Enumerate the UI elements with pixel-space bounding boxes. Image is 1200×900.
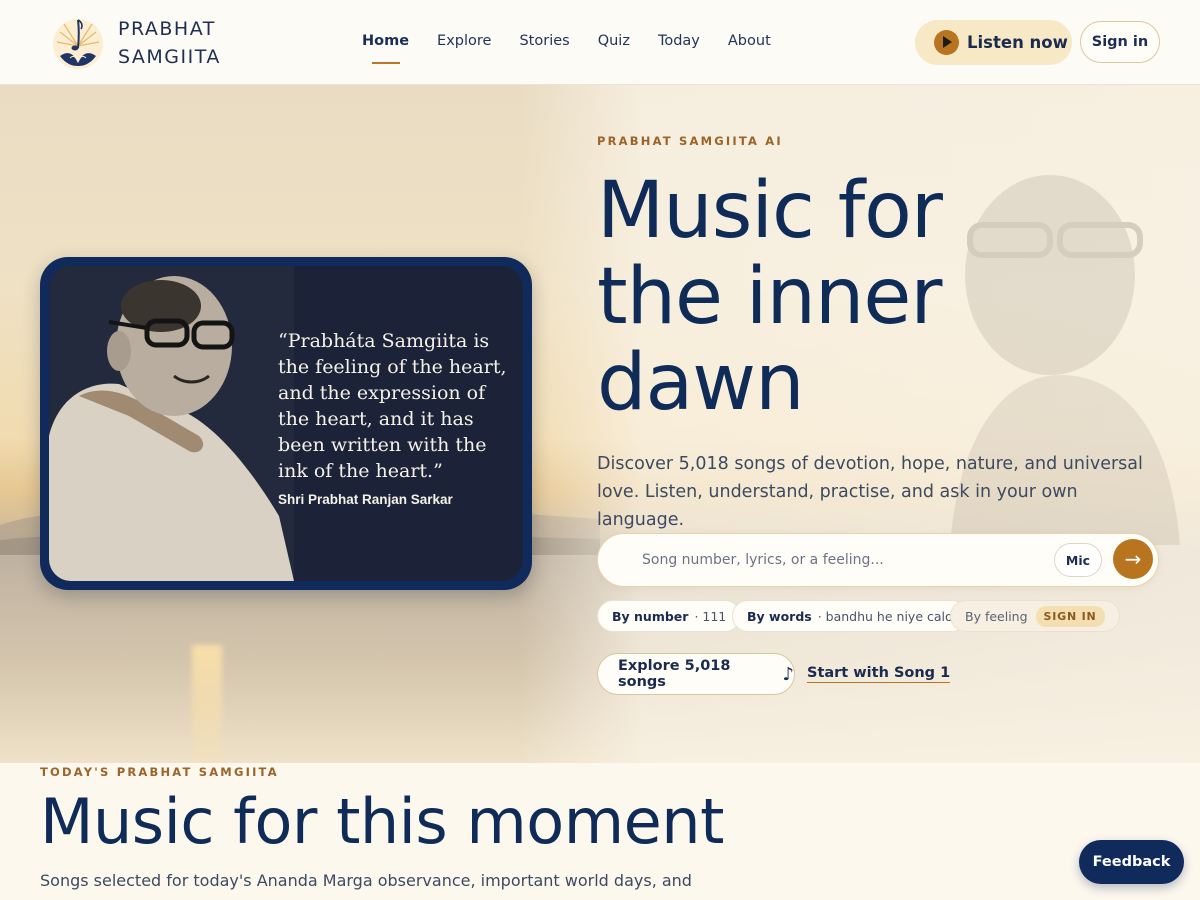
brand-name[interactable]: PRABHAT SAMGIITA xyxy=(118,15,221,71)
quote-card-inner: “Prabháta Samgiita is the feeling of the… xyxy=(49,266,523,581)
today-eyebrow: TODAY'S PRABHAT SAMGIITA xyxy=(40,765,279,779)
feedback-button[interactable]: Feedback xyxy=(1079,840,1184,884)
brand-line-2: SAMGIITA xyxy=(118,46,221,68)
main-nav: Home Explore Stories Quiz Today About xyxy=(348,31,785,65)
chip-by-feeling[interactable]: By feeling SIGN IN xyxy=(950,600,1120,632)
nav-stories[interactable]: Stories xyxy=(505,31,583,65)
site-header: PRABHAT SAMGIITA Home Explore Stories Qu… xyxy=(0,0,1200,85)
chip-example: · bandhu he niye calo xyxy=(817,608,953,624)
search-submit-button[interactable]: → xyxy=(1113,539,1153,579)
search-bar: Mic → xyxy=(597,533,1159,587)
explore-label: Explore 5,018 songs xyxy=(618,658,731,690)
nav-explore[interactable]: Explore xyxy=(423,31,505,65)
play-icon xyxy=(934,30,959,55)
today-section: TODAY'S PRABHAT SAMGIITA Music for this … xyxy=(0,763,1200,900)
sun-reflection xyxy=(192,645,222,763)
nav-quiz[interactable]: Quiz xyxy=(584,31,644,65)
today-subtext: Songs selected for today's Ananda Marga … xyxy=(40,871,692,890)
chip-example: · 111 xyxy=(694,608,727,624)
search-input[interactable] xyxy=(642,549,1032,571)
music-note-icon: ♪ xyxy=(782,663,795,685)
portrait-photo xyxy=(49,266,294,581)
nav-about[interactable]: About xyxy=(714,31,785,65)
chip-label: By number xyxy=(612,608,689,624)
start-with-song-1-link[interactable]: Start with Song 1 xyxy=(807,665,951,683)
sign-in-button[interactable]: Sign in xyxy=(1080,21,1160,63)
today-title: Music for this moment xyxy=(40,785,724,858)
quote-text: “Prabháta Samgiita is the feeling of the… xyxy=(278,330,507,482)
quote-card: “Prabháta Samgiita is the feeling of the… xyxy=(40,257,532,590)
lotus-logo-icon[interactable] xyxy=(52,14,104,74)
chip-label: By feeling xyxy=(965,608,1028,624)
chip-by-words[interactable]: By words · bandhu he niye calo xyxy=(732,600,968,632)
brand-line-1: PRABHAT xyxy=(118,18,216,40)
hero-eyebrow: PRABHAT SAMGIITA AI xyxy=(597,134,783,148)
mic-button[interactable]: Mic xyxy=(1054,543,1102,577)
nav-today[interactable]: Today xyxy=(644,31,714,65)
hero-subtext: Discover 5,018 songs of devotion, hope, … xyxy=(597,454,1143,530)
arrow-right-icon: → xyxy=(1124,547,1142,571)
nav-home[interactable]: Home xyxy=(348,31,423,65)
hero-section: “Prabháta Samgiita is the feeling of the… xyxy=(0,85,1200,763)
quote-author: Shri Prabhat Ranjan Sarkar xyxy=(278,492,453,507)
sign-in-badge: SIGN IN xyxy=(1035,605,1105,627)
chip-by-number[interactable]: By number · 111 xyxy=(597,600,742,632)
chip-label: By words xyxy=(747,608,812,624)
explore-songs-button[interactable]: Explore 5,018 songs ♪ xyxy=(597,653,795,695)
listen-now-button[interactable]: Listen now xyxy=(915,20,1072,65)
hero-headline: Music for the inner dawn xyxy=(597,166,943,428)
listen-now-label: Listen now xyxy=(967,33,1068,52)
